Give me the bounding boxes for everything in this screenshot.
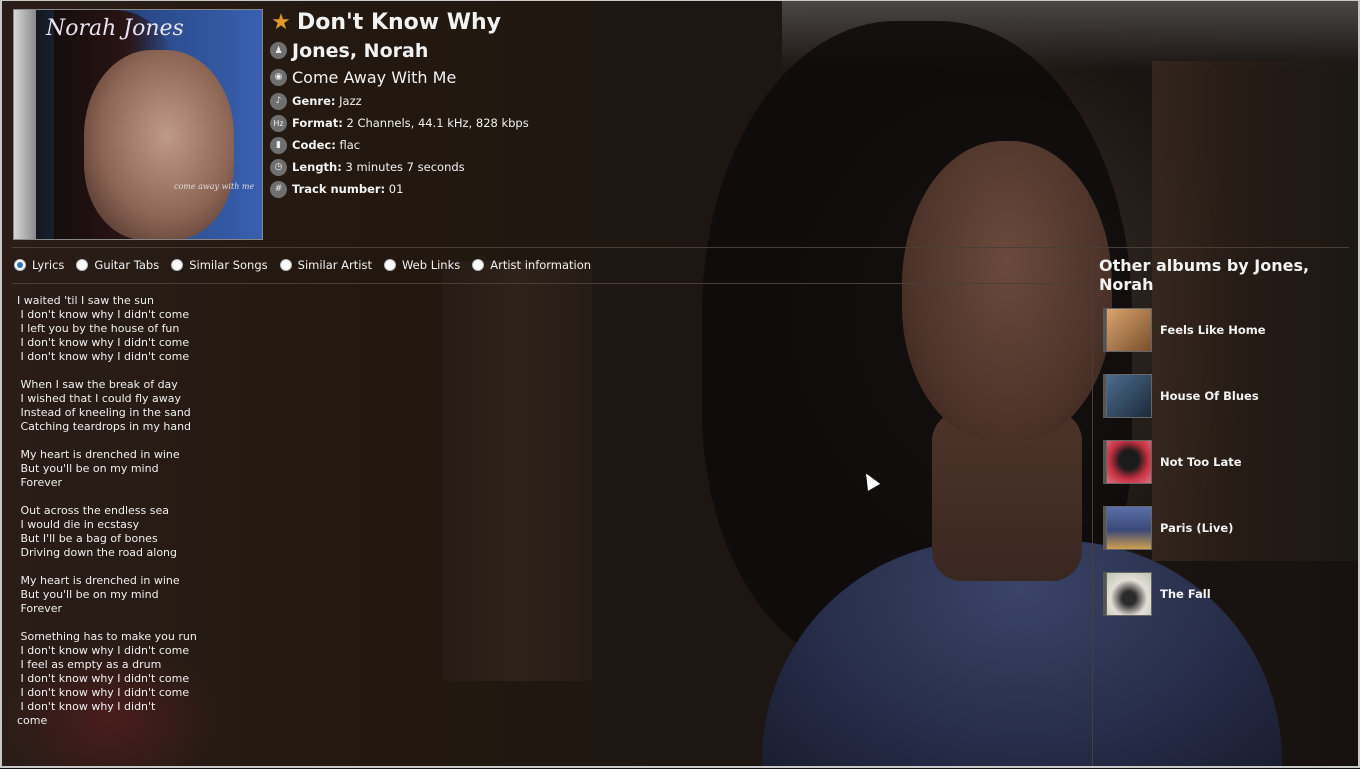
cover-artist-text: Norah Jones [46, 16, 184, 41]
artist-name[interactable]: Jones, Norah [292, 40, 428, 62]
cover-spine [14, 10, 36, 239]
cover-face [84, 50, 234, 239]
track-number-label: Track number: [292, 182, 386, 196]
background-artist-face [902, 141, 1112, 441]
background-post [442, 261, 592, 681]
codec-label: Codec: [292, 138, 336, 152]
hash-icon: # [270, 180, 287, 198]
album-name[interactable]: Come Away With Me [292, 68, 456, 87]
tab-web-links-label: Web Links [401, 258, 461, 272]
album-item[interactable]: The Fall [1106, 572, 1211, 616]
tab-artist-information-label: Artist information [490, 258, 592, 272]
album-thumbnail [1106, 374, 1152, 418]
length-value: 3 minutes 7 seconds [345, 160, 465, 174]
album-thumbnail [1106, 308, 1152, 352]
tab-artist-information[interactable]: Artist information [472, 258, 591, 272]
codec-icon: ▮ [270, 136, 287, 154]
tab-similar-artist[interactable]: Similar Artist [279, 258, 372, 272]
track-number-value: 01 [388, 182, 404, 196]
album-thumbnail [1106, 506, 1152, 550]
album-item-name: Feels Like Home [1160, 323, 1266, 337]
meta-track-number: # Track number: 01 [270, 178, 529, 200]
star-icon[interactable]: ★ [270, 10, 292, 35]
tab-web-links[interactable]: Web Links [383, 258, 461, 272]
tab-similar-artist-label: Similar Artist [297, 258, 372, 272]
album-item-name: Not Too Late [1160, 455, 1242, 469]
radio-similar-artist[interactable] [279, 259, 292, 271]
album-thumbnail [1106, 572, 1152, 616]
guitar-icon: ♪ [270, 92, 287, 110]
album-item-name: The Fall [1160, 587, 1211, 601]
format-value: 2 Channels, 44.1 kHz, 828 kbps [346, 116, 529, 130]
lyrics-text: I waited 'til I saw the sun I don't know… [17, 294, 197, 727]
album-item-name: Paris (Live) [1160, 521, 1234, 535]
divider-sidebar [1092, 257, 1093, 766]
length-label: Length: [292, 160, 342, 174]
tab-guitar-tabs[interactable]: Guitar Tabs [76, 258, 159, 272]
radio-artist-information[interactable] [472, 259, 485, 271]
title-row: ★ Don't Know Why [270, 7, 529, 37]
album-item[interactable]: Not Too Late [1106, 440, 1242, 484]
format-label: Format: [292, 116, 343, 130]
clock-icon: ◷ [270, 158, 287, 176]
tab-lyrics-label: Lyrics [32, 258, 65, 272]
album-item[interactable]: Paris (Live) [1106, 506, 1233, 550]
radio-web-links[interactable] [383, 259, 396, 271]
album-row: ◉ Come Away With Me [270, 64, 529, 90]
divider-top [12, 247, 1349, 248]
radio-similar-songs[interactable] [171, 259, 184, 271]
disc-icon: ◉ [270, 68, 287, 86]
album-item-name: House Of Blues [1160, 389, 1259, 403]
genre-label: Genre: [292, 94, 336, 108]
tab-similar-songs[interactable]: Similar Songs [171, 258, 268, 272]
tab-similar-songs-label: Similar Songs [189, 258, 268, 272]
track-title: Don't Know Why [297, 9, 502, 35]
meta-genre: ♪ Genre: Jazz [270, 90, 529, 112]
divider-tabs [12, 283, 1087, 284]
tab-lyrics[interactable]: Lyrics [14, 258, 64, 272]
hz-icon: Hz [270, 114, 287, 132]
meta-format: Hz Format: 2 Channels, 44.1 kHz, 828 kbp… [270, 112, 529, 134]
now-playing-window: Norah Jones come away with me ★ Don't Kn… [0, 0, 1360, 768]
cover-album-text: come away with me [174, 182, 255, 191]
album-item[interactable]: House Of Blues [1106, 374, 1259, 418]
album-thumbnail [1106, 440, 1152, 484]
radio-lyrics[interactable] [14, 259, 26, 271]
genre-value: Jazz [339, 94, 362, 108]
album-item[interactable]: Feels Like Home [1106, 308, 1266, 352]
tab-guitar-tabs-label: Guitar Tabs [94, 258, 160, 272]
meta-codec: ▮ Codec: flac [270, 134, 529, 156]
other-albums-title: Other albums by Jones, Norah [1099, 256, 1310, 294]
meta-length: ◷ Length: 3 minutes 7 seconds [270, 156, 529, 178]
artist-icon: ♟ [270, 42, 287, 59]
track-info: ★ Don't Know Why ♟ Jones, Norah ◉ Come A… [270, 7, 529, 200]
album-cover[interactable]: Norah Jones come away with me [13, 9, 263, 240]
artist-row: ♟ Jones, Norah [270, 37, 529, 64]
codec-value: flac [339, 138, 361, 152]
radio-guitar-tabs[interactable] [76, 259, 89, 271]
info-tabs: Lyrics Guitar Tabs Similar Songs Similar… [14, 258, 603, 272]
